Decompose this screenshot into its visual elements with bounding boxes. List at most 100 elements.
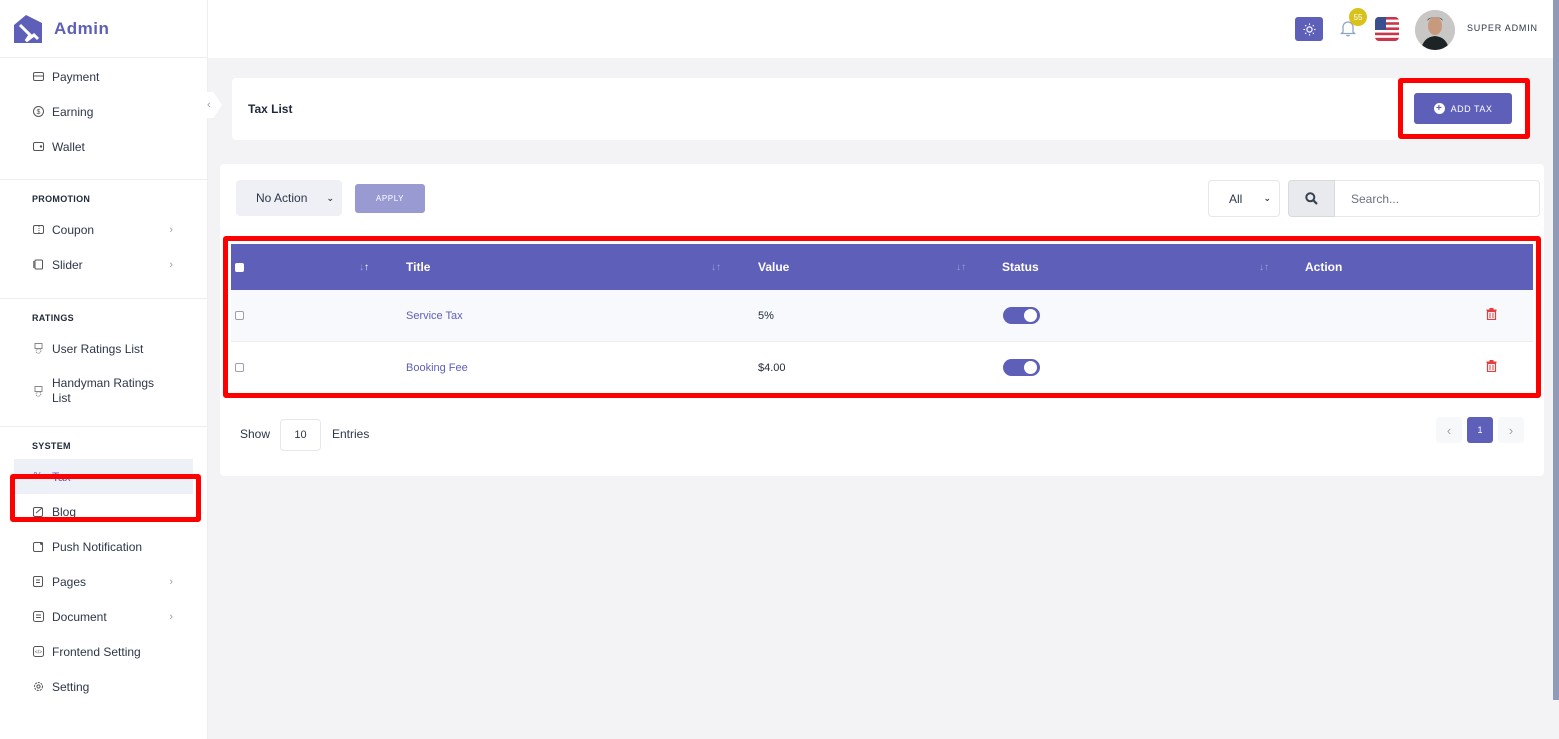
award-icon bbox=[32, 385, 44, 397]
page-size-input[interactable]: 10 bbox=[280, 419, 321, 451]
sidebar-item-label: Document bbox=[52, 609, 107, 624]
sidebar-item-earning[interactable]: $ Earning bbox=[0, 94, 207, 129]
pagination-prev[interactable]: ‹ bbox=[1436, 417, 1462, 443]
sidebar-section-system: SYSTEM % Tax Blog Push Notification Page… bbox=[0, 426, 207, 704]
column-header-value[interactable]: Value bbox=[758, 260, 789, 274]
column-header-action: Action bbox=[1305, 260, 1343, 274]
section-title: SYSTEM bbox=[32, 441, 71, 451]
section-title: RATINGS bbox=[32, 313, 74, 323]
table-header: ↓↑ Title ↓↑ Value ↓↑ Status ↓↑ Action bbox=[231, 244, 1533, 290]
sidebar-collapse-toggle[interactable]: ‹ bbox=[200, 92, 222, 118]
sidebar-item-coupon[interactable]: Coupon › bbox=[0, 212, 207, 247]
blog-icon bbox=[32, 506, 44, 518]
sidebar-item-wallet[interactable]: Wallet bbox=[0, 129, 207, 164]
theme-toggle-button[interactable] bbox=[1295, 17, 1323, 41]
column-header-title[interactable]: Title bbox=[406, 260, 430, 274]
chevron-right-icon: › bbox=[169, 223, 173, 236]
sidebar-item-setting[interactable]: Setting bbox=[0, 669, 207, 704]
sidebar-item-label: Tax bbox=[52, 469, 71, 484]
status-filter-select[interactable]: All ⌄ bbox=[1208, 180, 1280, 217]
wallet-icon bbox=[32, 141, 44, 153]
table-row: Service Tax 5% bbox=[231, 290, 1533, 342]
apply-button[interactable]: APPLY bbox=[355, 184, 425, 213]
pages-icon bbox=[32, 576, 44, 588]
tax-title-link[interactable]: Service Tax bbox=[406, 310, 463, 322]
search-input[interactable] bbox=[1335, 180, 1540, 217]
sidebar-item-label: Frontend Setting bbox=[52, 644, 141, 659]
row-checkbox[interactable] bbox=[235, 311, 244, 320]
tax-table: ↓↑ Title ↓↑ Value ↓↑ Status ↓↑ Action Se… bbox=[231, 244, 1533, 394]
sidebar-item-label: Wallet bbox=[52, 139, 85, 154]
notification-count-badge: 55 bbox=[1349, 8, 1367, 26]
sidebar-item-frontend-setting[interactable]: </> Frontend Setting bbox=[0, 634, 207, 669]
sidebar-item-handyman-ratings[interactable]: Handyman Ratings List bbox=[0, 366, 207, 416]
status-toggle[interactable] bbox=[1003, 307, 1040, 324]
tax-value: 5% bbox=[758, 309, 774, 322]
chevron-left-icon: ‹ bbox=[1446, 422, 1452, 438]
sidebar-item-label: Earning bbox=[52, 104, 94, 119]
tax-title-link[interactable]: Booking Fee bbox=[406, 362, 468, 374]
select-all-checkbox[interactable] bbox=[235, 262, 244, 272]
add-tax-button[interactable]: + ADD TAX bbox=[1414, 93, 1512, 124]
svg-text:</>: </> bbox=[34, 650, 41, 656]
sidebar-item-push-notification[interactable]: Push Notification bbox=[0, 529, 207, 564]
chevron-right-icon: › bbox=[1508, 422, 1514, 438]
sidebar-item-document[interactable]: Document › bbox=[0, 599, 207, 634]
language-flag-us[interactable] bbox=[1375, 17, 1399, 41]
chevron-down-icon: ⌄ bbox=[1263, 193, 1271, 203]
sidebar-item-label: Push Notification bbox=[52, 539, 143, 554]
award-icon bbox=[32, 343, 44, 355]
gear-icon bbox=[32, 681, 44, 693]
page-scrollbar[interactable] bbox=[1553, 0, 1559, 700]
pagination-next[interactable]: › bbox=[1498, 417, 1524, 443]
topbar: 55 SUPER ADMIN bbox=[208, 0, 1553, 58]
sidebar-item-label: Pages bbox=[52, 574, 87, 589]
show-label: Show bbox=[240, 427, 271, 441]
brand-name: Admin bbox=[54, 18, 110, 38]
search-icon bbox=[1305, 192, 1318, 205]
user-name[interactable]: SUPER ADMIN bbox=[1467, 23, 1538, 33]
delete-button[interactable] bbox=[1486, 360, 1497, 375]
user-avatar[interactable] bbox=[1415, 10, 1455, 50]
sidebar-item-user-ratings[interactable]: User Ratings List bbox=[0, 331, 207, 366]
sidebar-item-label: Slider bbox=[52, 257, 83, 272]
avatar-image bbox=[1415, 10, 1455, 50]
sidebar-item-label: Payment bbox=[52, 69, 100, 84]
brand[interactable]: Admin bbox=[0, 0, 207, 58]
bulk-action-select[interactable]: No Action ⌄ bbox=[236, 180, 342, 216]
page-title: Tax List bbox=[248, 102, 293, 116]
search-button[interactable] bbox=[1288, 180, 1335, 217]
plus-circle-icon: + bbox=[1433, 103, 1445, 114]
pagination-page-1[interactable]: 1 bbox=[1467, 417, 1493, 443]
row-checkbox[interactable] bbox=[235, 363, 244, 372]
sidebar-item-slider[interactable]: Slider › bbox=[0, 247, 207, 282]
sidebar-item-tax[interactable]: % Tax bbox=[14, 459, 193, 494]
sort-icon[interactable]: ↓↑ bbox=[956, 262, 966, 273]
sidebar-item-label: Blog bbox=[52, 504, 77, 519]
sort-icon[interactable]: ↓↑ bbox=[359, 262, 369, 273]
sidebar-item-payment[interactable]: Payment bbox=[0, 59, 207, 94]
chevron-right-icon: › bbox=[169, 258, 173, 271]
slider-icon bbox=[32, 259, 44, 271]
sort-icon[interactable]: ↓↑ bbox=[1259, 262, 1269, 273]
svg-text:$: $ bbox=[36, 109, 40, 116]
sort-icon[interactable]: ↓↑ bbox=[711, 262, 721, 273]
sidebar-item-pages[interactable]: Pages › bbox=[0, 564, 207, 599]
trash-icon bbox=[1486, 308, 1497, 321]
sidebar: Admin Payment $ Earning Wallet PROMOTION… bbox=[0, 0, 208, 739]
notification-icon bbox=[32, 541, 44, 553]
chevron-right-icon: › bbox=[169, 575, 173, 588]
column-header-status[interactable]: Status bbox=[1002, 260, 1039, 274]
page-header-card: Tax List bbox=[232, 78, 1528, 140]
trash-icon bbox=[1486, 360, 1497, 373]
add-tax-label: ADD TAX bbox=[1450, 103, 1493, 114]
chevron-right-icon: › bbox=[169, 610, 173, 623]
entries-label: Entries bbox=[332, 427, 370, 441]
section-title: PROMOTION bbox=[32, 194, 91, 204]
delete-button[interactable] bbox=[1486, 308, 1497, 323]
status-toggle[interactable] bbox=[1003, 359, 1040, 376]
coupon-icon bbox=[32, 224, 44, 236]
status-filter-value: All bbox=[1229, 191, 1243, 206]
sidebar-item-label: User Ratings List bbox=[52, 341, 144, 356]
sidebar-item-blog[interactable]: Blog bbox=[0, 494, 207, 529]
